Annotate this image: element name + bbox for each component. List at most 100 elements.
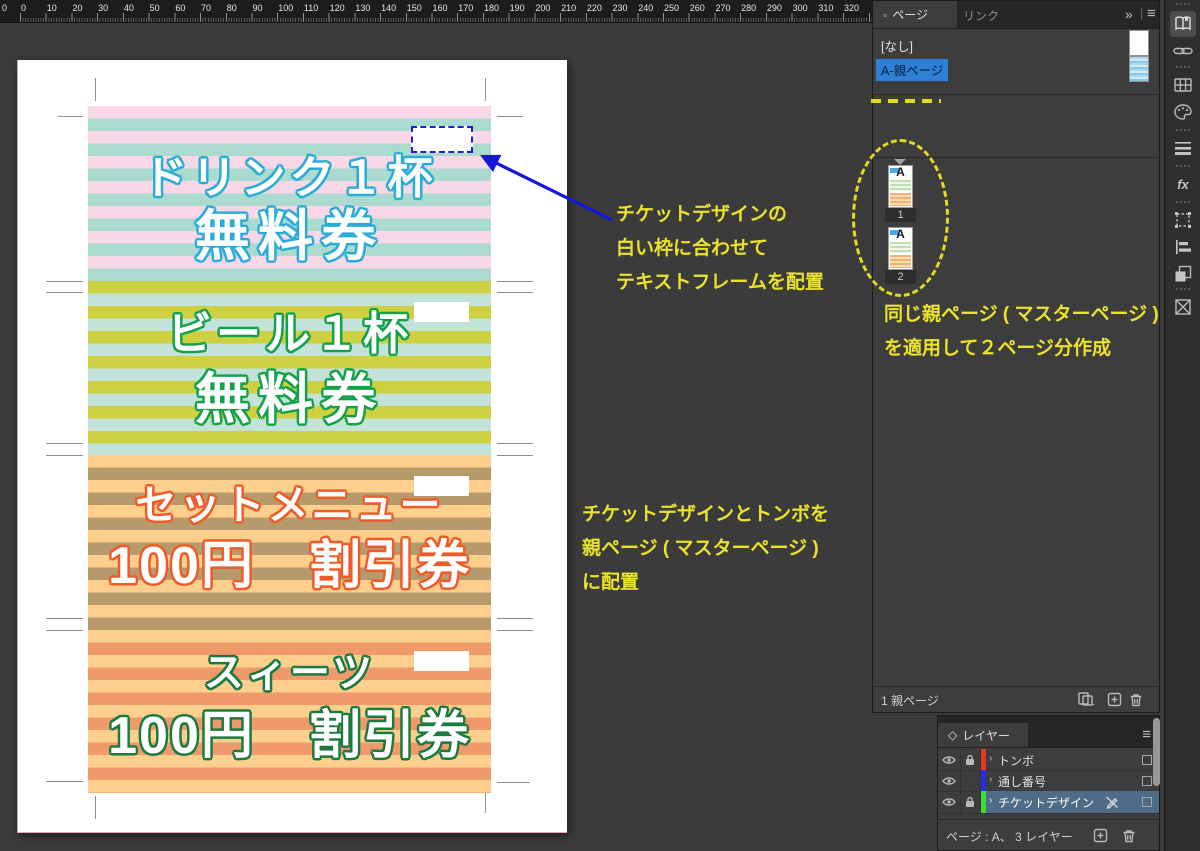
expand-chevron-icon[interactable]: › — [989, 795, 992, 806]
pages-panel-statusbar: 1 親ページ — [873, 686, 1159, 712]
visibility-eye-icon[interactable] — [938, 749, 961, 770]
visibility-eye-icon[interactable] — [938, 791, 961, 813]
page-thumbnail-2[interactable]: A — [888, 227, 913, 270]
layer-target-square[interactable] — [1142, 755, 1152, 765]
layer-color-bar — [981, 791, 986, 813]
annotation-note-frame: チケットデザインの 白い枠に合わせて テキストフレームを配置 — [616, 198, 824, 300]
preflight-panel-icon[interactable] — [1170, 294, 1196, 320]
new-page-button[interactable] — [1104, 690, 1124, 708]
delete-page-button[interactable] — [1126, 690, 1146, 708]
lock-icon-empty[interactable] — [960, 770, 981, 791]
panel-menu-icon[interactable]: ≡ — [1142, 726, 1151, 743]
crop-mark — [46, 455, 83, 456]
indesign-workspace: 0010203040506070809010011012013014015016… — [0, 0, 1200, 851]
panel-scrollbar[interactable] — [1153, 718, 1160, 786]
horizontal-ruler[interactable]: 0010203040506070809010011012013014015016… — [0, 0, 872, 23]
panel-collapse-icon: ◇ — [948, 728, 957, 742]
visibility-eye-icon[interactable] — [938, 770, 961, 791]
ticket-artwork: ドリンク１杯 無料券 ビール１杯 無料券 セットメニュー 100円 割引券 スィ… — [88, 106, 491, 793]
layer-target-square[interactable] — [1142, 776, 1152, 786]
lock-icon[interactable] — [960, 749, 981, 770]
stroke-panel-icon[interactable] — [1170, 135, 1196, 161]
ticket-subtitle: 100円 割引券 — [88, 709, 491, 764]
lock-icon[interactable] — [960, 791, 981, 813]
crop-mark — [58, 116, 83, 117]
layer-name[interactable]: チケットデザイン — [998, 794, 1094, 811]
page-thumbnail-1[interactable]: A — [888, 165, 913, 208]
collapse-panel-icon[interactable]: » — [1125, 6, 1133, 22]
master-row-none[interactable]: [なし] — [881, 36, 913, 55]
color-panel-icon[interactable] — [1170, 99, 1196, 125]
page-number-2[interactable]: 2 — [885, 270, 916, 284]
expand-chevron-icon[interactable]: › — [989, 753, 992, 764]
annotation-underline — [871, 99, 941, 103]
number-frame[interactable] — [414, 302, 469, 322]
ticket-subtitle: 無料券 — [88, 208, 491, 266]
layers-panel-tabbar: ◇ レイヤー ≡ — [938, 716, 1159, 748]
delete-layer-button[interactable] — [1119, 826, 1139, 844]
crop-mark — [497, 292, 533, 293]
annotation-note-master: チケットデザインとトンボを 親ページ ( マスターページ ) に配置 — [582, 498, 829, 600]
links-panel-icon[interactable] — [1170, 38, 1196, 64]
annotation-note-pages: 同じ親ページ ( マスターページ ) を適用して２ページ分作成 — [884, 298, 1159, 366]
layer-target-square[interactable] — [1142, 797, 1152, 807]
crop-mark — [46, 630, 83, 631]
crop-mark — [497, 116, 523, 117]
layer-row-ticket-design[interactable]: › チケットデザイン — [938, 791, 1159, 814]
crop-mark — [497, 630, 533, 631]
ticket-beer: ビール１杯 無料券 — [88, 281, 491, 455]
master-thumb-none[interactable] — [1129, 30, 1149, 56]
crop-mark — [497, 782, 530, 783]
ticket-title: ドリンク１杯 — [88, 154, 491, 201]
frames-panel-icon[interactable] — [1170, 207, 1196, 233]
crop-mark — [497, 618, 533, 619]
crop-mark — [497, 455, 533, 456]
ticket-subtitle: 100円 割引券 — [88, 539, 491, 594]
crop-mark — [46, 781, 83, 782]
pages-panel-tabbar: ◦ ページ リンク » | ≡ — [873, 1, 1159, 29]
layer-color-bar — [981, 770, 986, 791]
new-layer-button[interactable] — [1090, 826, 1110, 844]
pages-count-label: 1 親ページ — [881, 692, 939, 709]
layers-panel: ◇ レイヤー ≡ › トンボ › 通し番号 — [937, 715, 1160, 851]
swatches-panel-icon[interactable] — [1170, 72, 1196, 98]
panel-collapse-icon: ◦ — [883, 8, 887, 22]
effects-panel-icon[interactable]: fx — [1170, 171, 1196, 197]
layer-name[interactable]: トンボ — [998, 752, 1034, 769]
crop-mark — [95, 78, 96, 101]
selected-text-frame[interactable] — [411, 126, 473, 153]
number-frame[interactable] — [414, 476, 469, 496]
master-row-parent[interactable]: A-親ページ — [876, 59, 948, 81]
layers-panel-icon[interactable] — [1170, 261, 1196, 287]
layer-color-bar — [981, 749, 986, 770]
align-panel-icon[interactable] — [1170, 234, 1196, 260]
crop-mark — [46, 618, 83, 619]
edit-page-size-button[interactable] — [1076, 690, 1096, 708]
document-page[interactable]: ドリンク１杯 無料券 ビール１杯 無料券 セットメニュー 100円 割引券 スィ… — [17, 60, 567, 833]
crop-mark — [46, 292, 83, 293]
separator: | — [1140, 6, 1143, 20]
ticket-setmenu: セットメニュー 100円 割引券 — [88, 455, 491, 630]
crop-mark — [95, 796, 96, 819]
crop-mark — [497, 281, 533, 282]
crop-mark — [46, 281, 83, 282]
tab-layers[interactable]: ◇ レイヤー — [938, 723, 1028, 747]
expand-chevron-icon[interactable]: › — [989, 774, 992, 785]
tab-links[interactable]: リンク — [963, 7, 999, 24]
panel-icon-strip: fx — [1164, 0, 1200, 851]
ticket-sweets: スィーツ 100円 割引券 — [88, 630, 491, 793]
tab-pages[interactable]: ◦ ページ — [873, 1, 957, 28]
layer-row-number[interactable]: › 通し番号 — [938, 770, 1159, 792]
layers-count-label: ページ : A、 3 レイヤー — [946, 828, 1073, 845]
page-number-1[interactable]: 1 — [885, 208, 916, 222]
master-thumb-parent[interactable] — [1129, 56, 1149, 82]
number-frame[interactable] — [414, 651, 469, 671]
crop-mark — [485, 790, 486, 813]
layer-row-tombo[interactable]: › トンボ — [938, 749, 1159, 771]
layer-name[interactable]: 通し番号 — [998, 773, 1046, 790]
crop-mark — [485, 78, 486, 101]
panel-menu-icon[interactable]: ≡ — [1147, 5, 1156, 22]
pages-panel-icon[interactable] — [1170, 11, 1196, 37]
ticket-subtitle: 無料券 — [88, 371, 491, 429]
crop-mark — [46, 443, 83, 444]
